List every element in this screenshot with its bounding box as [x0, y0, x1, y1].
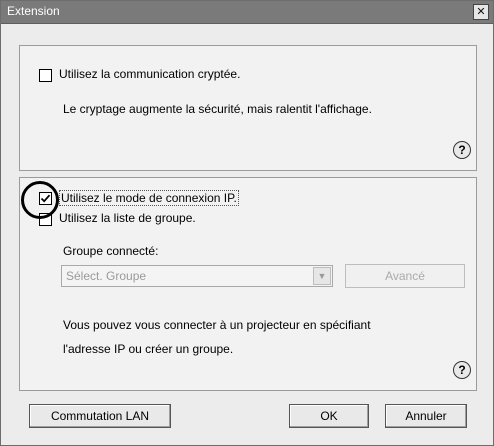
lan-switch-button[interactable]: Commutation LAN [29, 404, 171, 428]
connected-group-label: Groupe connecté: [63, 244, 159, 258]
ok-button[interactable]: OK [289, 404, 369, 428]
group-description-line1: Vous pouvez vous connecter à un projecte… [63, 318, 371, 332]
title-bar: Extension ✕ [1, 1, 493, 24]
ip-mode-help-icon[interactable]: ? [453, 361, 471, 379]
group-select-value: Sélect. Groupe [66, 269, 147, 283]
group-select[interactable]: Sélect. Groupe ▼ [61, 265, 333, 287]
ip-mode-checkbox-label[interactable]: Utilisez le mode de connexion IP. [59, 190, 239, 206]
encryption-description: Le cryptage augmente la sécurité, mais r… [63, 102, 372, 116]
group-list-checkbox[interactable] [39, 213, 52, 226]
extension-dialog: Extension ✕ Utilisez la communication cr… [0, 0, 494, 446]
ip-mode-checkbox[interactable] [39, 192, 52, 205]
cancel-button[interactable]: Annuler [385, 404, 467, 428]
encryption-checkbox[interactable] [39, 69, 52, 82]
encryption-checkbox-label[interactable]: Utilisez la communication cryptée. [59, 67, 240, 81]
close-button[interactable]: ✕ [473, 4, 489, 20]
check-icon [40, 194, 51, 203]
chevron-down-icon[interactable]: ▼ [313, 267, 331, 285]
group-description-line2: l'adresse IP ou créer un groupe. [63, 342, 234, 356]
advanced-button[interactable]: Avancé [345, 264, 465, 288]
window-title: Extension [7, 4, 60, 18]
encryption-help-icon[interactable]: ? [453, 141, 471, 159]
group-list-checkbox-label[interactable]: Utilisez la liste de groupe. [59, 211, 196, 225]
